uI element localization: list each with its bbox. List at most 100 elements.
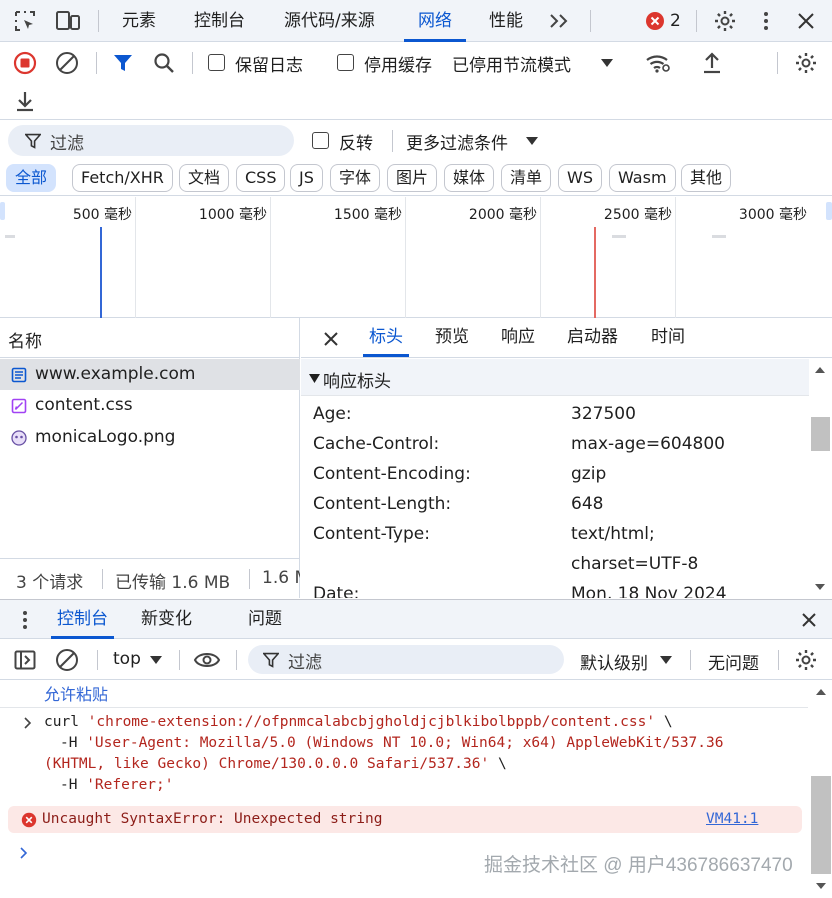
filter-input[interactable]: 过滤 [8,125,294,156]
type-filter-all[interactable]: 全部 [6,164,57,192]
network-conditions-icon[interactable] [644,50,672,76]
drawer-menu-icon[interactable] [14,608,36,632]
stop-recording-icon[interactable] [12,50,38,76]
tab-performance[interactable]: 性能 [489,0,523,42]
issues-button[interactable]: 无问题 [708,649,759,674]
inspect-element-icon[interactable] [12,9,38,33]
more-options-icon[interactable] [756,9,776,33]
chevron-down-icon[interactable] [658,652,674,668]
scroll-down-icon[interactable] [816,882,826,890]
header-key: Content-Length: [313,494,452,514]
curl-line-2: -H 'User-Agent: Mozilla/5.0 (Windows NT … [60,735,724,751]
invert-checkbox[interactable] [312,132,329,149]
request-row[interactable]: monicaLogo.png [0,422,300,453]
scroll-down-icon[interactable] [814,582,826,592]
error-count-icon[interactable] [645,11,665,31]
more-tabs-icon[interactable] [546,10,572,32]
type-filter-other[interactable]: 其他 [681,164,732,192]
chevron-down-icon[interactable] [524,132,540,150]
tab-preview[interactable]: 预览 [435,318,469,357]
tab-sources[interactable]: 源代码/来源 [284,0,375,42]
type-filter-doc[interactable]: 文档 [179,164,230,192]
scroll-up-icon[interactable] [814,365,826,375]
network-overview-timeline[interactable]: 500 毫秒 1000 毫秒 1500 毫秒 2000 毫秒 2500 毫秒 3… [0,197,832,318]
type-filter-ws[interactable]: WS [558,164,602,192]
curl-line-3: (KHTML, like Gecko) Chrome/130.0.0.0 Saf… [44,756,507,772]
tab-timing[interactable]: 时间 [651,318,685,357]
scrollbar-thumb[interactable] [811,776,831,874]
type-filter-js[interactable]: JS [290,164,323,192]
type-filter-img[interactable]: 图片 [387,164,438,192]
device-toolbar-icon[interactable] [54,9,82,33]
type-filter-fetch-xhr[interactable]: Fetch/XHR [72,164,173,192]
drawer-tab-console[interactable]: 控制台 [51,600,114,639]
console-settings-icon[interactable] [793,648,819,672]
export-har-icon[interactable] [13,88,37,114]
console-scrollbar[interactable] [810,680,832,898]
dom-content-loaded-marker [100,227,102,318]
detail-scrollbar[interactable] [809,359,832,598]
throttling-select[interactable]: 已停用节流模式 [452,51,571,76]
close-drawer-icon[interactable] [798,610,820,630]
console-output[interactable]: 允许粘贴 curl 'chrome-extension://ofpnmcalab… [0,680,832,898]
preserve-log-label[interactable]: 保留日志 [235,51,303,76]
curl-line-4: -H 'Referer;' [60,777,174,793]
log-levels-select[interactable]: 默认级别 [580,649,648,674]
disable-cache-label[interactable]: 停用缓存 [364,51,432,76]
settings-icon[interactable] [712,9,738,33]
network-settings-icon[interactable] [793,50,819,76]
preserve-log-checkbox[interactable] [208,54,225,71]
error-source-link[interactable]: VM41:1 [706,811,758,827]
clear-icon[interactable] [54,50,80,76]
filter-icon[interactable] [111,51,135,75]
more-filters-button[interactable]: 更多过滤条件 [406,129,508,154]
sidebar-toggle-icon[interactable] [12,648,38,672]
timeline-left-handle[interactable] [0,202,5,220]
load-event-marker [594,227,596,318]
error-count[interactable]: 2 [670,0,681,42]
context-selector[interactable]: top [113,649,141,669]
request-bar [612,235,626,238]
tab-headers[interactable]: 标头 [363,318,409,357]
response-headers-section[interactable]: 响应标头 [301,359,809,396]
clear-console-icon[interactable] [54,648,80,672]
expand-triangle-icon[interactable] [307,371,321,385]
console-error-message[interactable]: Uncaught SyntaxError: Unexpected string … [8,806,802,833]
request-list-header[interactable]: 名称 [0,318,300,358]
close-devtools-icon[interactable] [794,9,818,33]
tab-response[interactable]: 响应 [501,318,535,357]
request-row[interactable]: content.css [0,390,300,421]
search-icon[interactable] [152,51,176,75]
tab-network[interactable]: 网络 [404,0,466,42]
timeline-right-handle[interactable] [826,202,832,220]
type-filter-media[interactable]: 媒体 [444,164,495,192]
import-har-icon[interactable] [700,50,724,76]
drawer-tab-issues[interactable]: 问题 [248,600,282,639]
console-prompt-icon[interactable] [18,846,30,860]
disable-cache-checkbox[interactable] [337,54,354,71]
request-row[interactable]: www.example.com [0,359,300,390]
stylesheet-icon [10,397,27,414]
header-key: Date: [313,584,360,598]
tab-initiator[interactable]: 启动器 [567,318,618,357]
timeline-tick-label: 2500 毫秒 [603,207,672,223]
chevron-down-icon[interactable] [148,652,164,668]
tab-console[interactable]: 控制台 [194,0,245,42]
type-filter-font[interactable]: 字体 [330,164,381,192]
chevron-down-icon[interactable] [598,54,616,72]
drawer-tab-whats-new[interactable]: 新变化 [141,600,192,639]
scroll-up-icon[interactable] [816,688,826,696]
console-filter-input[interactable]: 过滤 [248,645,564,674]
filter-placeholder: 过滤 [50,134,84,154]
type-filter-wasm[interactable]: Wasm [609,164,676,192]
type-filter-css[interactable]: CSS [236,164,286,192]
invert-label[interactable]: 反转 [339,129,373,154]
curl-url: 'chrome-extension://ofpnmcalabcbjgholdjc… [87,714,656,730]
type-filter-manifest[interactable]: 清单 [501,164,552,192]
console-toolbar: top 过滤 默认级别 无问题 [0,640,832,680]
scrollbar-thumb[interactable] [811,417,830,451]
tab-elements[interactable]: 元素 [122,0,156,42]
name-column-header[interactable]: 名称 [8,327,42,352]
live-expression-eye-icon[interactable] [192,649,222,671]
close-detail-icon[interactable] [321,329,341,349]
